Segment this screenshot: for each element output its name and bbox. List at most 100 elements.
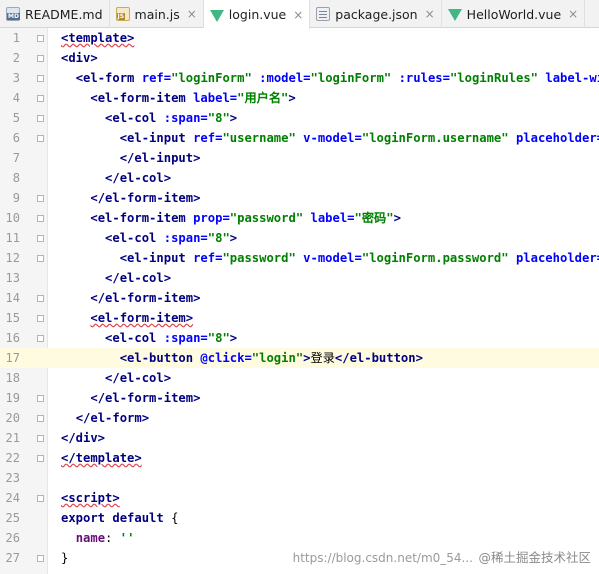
fold-marker-icon[interactable]: [37, 315, 44, 322]
close-tab-icon[interactable]: ×: [293, 8, 303, 22]
fold-marker-icon[interactable]: [37, 435, 44, 442]
fold-marker-icon[interactable]: [37, 195, 44, 202]
code-line[interactable]: 23: [0, 468, 599, 488]
line-number: 5: [12, 111, 20, 125]
tab-main-js[interactable]: JS main.js ×: [110, 0, 204, 28]
code-editor[interactable]: 1 <template> 2 <div> 3 <el-form ref="loginFo…: [0, 28, 599, 574]
code-token: :: [105, 531, 120, 545]
code-line[interactable]: 8 </el-col>: [0, 168, 599, 188]
code-line[interactable]: 14 </el-form-item>: [0, 288, 599, 308]
fold-marker-icon[interactable]: [37, 415, 44, 422]
code-text: <template>: [61, 28, 134, 48]
code-line[interactable]: 2 <div>: [0, 48, 599, 68]
tab-package-json[interactable]: package.json ×: [310, 0, 442, 28]
fold-marker-icon[interactable]: [37, 455, 44, 462]
code-line[interactable]: 16 <el-col :span="8">: [0, 328, 599, 348]
line-number: 12: [5, 251, 20, 265]
code-token: </el-col>: [105, 171, 172, 185]
fold-marker-icon[interactable]: [37, 135, 44, 142]
fold-marker-icon[interactable]: [37, 95, 44, 102]
fold-marker-icon[interactable]: [37, 35, 44, 42]
code-line[interactable]: 3 <el-form ref="loginForm" :model="login…: [0, 68, 599, 88]
code-line[interactable]: 25 export default {: [0, 508, 599, 528]
code-token: "password": [222, 251, 304, 265]
json-file-icon: [316, 7, 331, 21]
code-line[interactable]: 4 <el-form-item label="用户名">: [0, 88, 599, 108]
fold-marker-icon[interactable]: [37, 295, 44, 302]
line-number: 2: [12, 51, 20, 65]
code-line[interactable]: 11 <el-col :span="8">: [0, 228, 599, 248]
code-token: <script>: [61, 491, 120, 505]
close-tab-icon[interactable]: ×: [187, 7, 197, 21]
fold-marker-icon[interactable]: [37, 55, 44, 62]
code-line[interactable]: 10 <el-form-item prop="password" label="…: [0, 208, 599, 228]
fold-marker-icon[interactable]: [37, 235, 44, 242]
fold-marker-icon[interactable]: [37, 75, 44, 82]
code-token: "8": [207, 111, 230, 125]
code-token: "loginForm": [310, 71, 399, 85]
tab-label: package.json: [335, 6, 418, 22]
line-number: 21: [5, 431, 20, 445]
fold-marker-icon[interactable]: [37, 555, 44, 562]
line-number: 13: [5, 271, 20, 285]
code-line[interactable]: 19 </el-form-item>: [0, 388, 599, 408]
code-token: prop=: [193, 211, 230, 225]
code-text: </el-form-item>: [61, 388, 200, 408]
code-line[interactable]: 20 </el-form>: [0, 408, 599, 428]
code-token: </el-form-item>: [90, 291, 201, 305]
fold-marker-icon[interactable]: [37, 115, 44, 122]
code-token: <el-button: [119, 351, 201, 365]
code-line[interactable]: 18 </el-col>: [0, 368, 599, 388]
fold-marker-icon[interactable]: [37, 215, 44, 222]
code-token: 登录: [310, 351, 335, 365]
code-text: <el-col :span="8">: [61, 108, 237, 128]
code-line[interactable]: 9 </el-form-item>: [0, 188, 599, 208]
code-line[interactable]: 22 </template>: [0, 448, 599, 468]
line-number: 24: [5, 491, 20, 505]
close-tab-icon[interactable]: ×: [568, 7, 578, 21]
tab-helloworld-vue[interactable]: HelloWorld.vue ×: [442, 0, 586, 28]
code-line[interactable]: 21 </div>: [0, 428, 599, 448]
code-token: :span=: [163, 231, 208, 245]
line-number: 27: [5, 551, 20, 565]
fold-marker-icon[interactable]: [37, 395, 44, 402]
code-line[interactable]: 17 <el-button @click="login">登录</el-butt…: [0, 348, 599, 368]
code-line[interactable]: 26 name: '': [0, 528, 599, 548]
code-text: </el-input>: [61, 148, 201, 168]
tab-login-vue[interactable]: login.vue ×: [203, 0, 311, 29]
code-text: </div>: [61, 428, 105, 448]
line-number: 10: [5, 211, 20, 225]
code-line[interactable]: 24 <script>: [0, 488, 599, 508]
code-line[interactable]: 1 <template>: [0, 28, 599, 48]
code-token: </template>: [61, 451, 142, 465]
code-line[interactable]: 15 <el-form-item>: [0, 308, 599, 328]
fold-marker-icon[interactable]: [37, 495, 44, 502]
code-text: <el-col :span="8">: [61, 228, 237, 248]
code-line[interactable]: 5 <el-col :span="8">: [0, 108, 599, 128]
code-line[interactable]: 7 </el-input>: [0, 148, 599, 168]
code-text: name: '': [61, 528, 135, 548]
line-number: 8: [12, 171, 20, 185]
code-token: </el-form-item>: [90, 391, 201, 405]
code-line[interactable]: 13 </el-col>: [0, 268, 599, 288]
fold-marker-icon[interactable]: [37, 335, 44, 342]
code-token: "密码": [354, 211, 394, 225]
code-token: "用户名": [237, 91, 289, 105]
editor-tab-bar: MD README.md JS main.js × login.vue × package.j…: [0, 0, 599, 29]
code-token: >: [229, 331, 238, 345]
fold-marker-icon[interactable]: [37, 255, 44, 262]
tab-readme-md[interactable]: MD README.md: [0, 0, 110, 28]
code-text: </el-col>: [61, 168, 171, 188]
code-line[interactable]: 6 <el-input ref="username" v-model="logi…: [0, 128, 599, 148]
code-text: </el-form-item>: [61, 288, 200, 308]
code-line[interactable]: 12 <el-input ref="password" v-model="log…: [0, 248, 599, 268]
close-tab-icon[interactable]: ×: [425, 7, 435, 21]
